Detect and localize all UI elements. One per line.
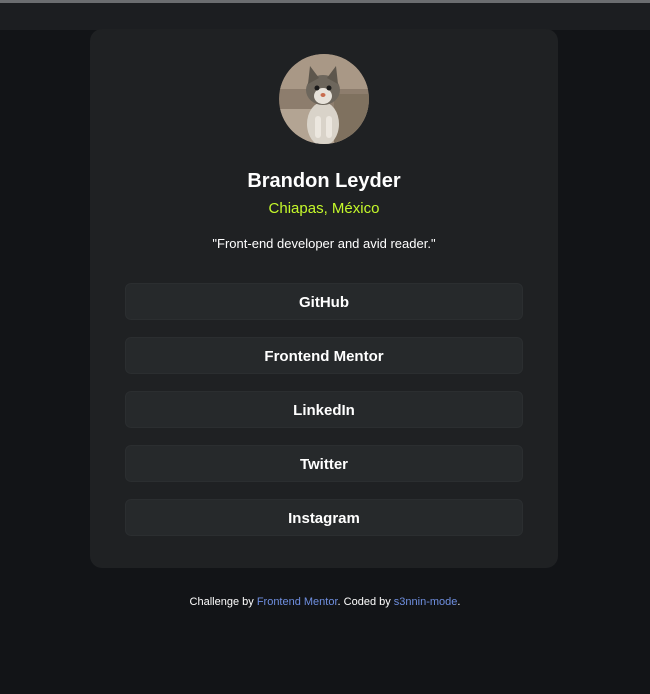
avatar (279, 54, 369, 144)
instagram-link-button[interactable]: Instagram (125, 499, 523, 536)
profile-name: Brandon Leyder (247, 170, 401, 192)
github-link-button[interactable]: GitHub (125, 283, 523, 320)
cat-avatar-image (279, 54, 369, 144)
attribution-middle: . Coded by (337, 596, 394, 608)
profile-card: Brandon Leyder Chiapas, México "Front-en… (90, 29, 558, 568)
frontend-mentor-link-button[interactable]: Frontend Mentor (125, 337, 523, 374)
attribution-prefix: Challenge by (189, 596, 257, 608)
browser-top-bar (0, 0, 650, 30)
linkedin-link-button[interactable]: LinkedIn (125, 391, 523, 428)
profile-bio: "Front-end developer and avid reader." (212, 236, 436, 251)
attribution-footer: Challenge by Frontend Mentor. Coded by s… (0, 596, 650, 608)
profile-location: Chiapas, México (268, 200, 380, 217)
twitter-link-button[interactable]: Twitter (125, 445, 523, 482)
author-footer-link[interactable]: s3nnin-mode (394, 596, 458, 608)
frontend-mentor-footer-link[interactable]: Frontend Mentor (257, 596, 338, 608)
social-links: GitHub Frontend Mentor LinkedIn Twitter … (125, 283, 523, 553)
attribution-suffix: . (457, 596, 461, 608)
